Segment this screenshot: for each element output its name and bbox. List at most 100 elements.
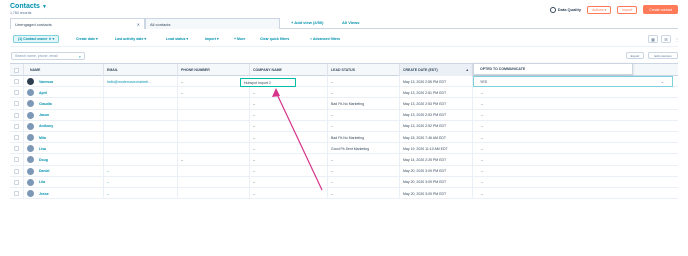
date-cell[interactable]: May 13, 2020 2:53 PM EDT <box>400 98 473 110</box>
email-cell[interactable]: hello@modernova.marketi... <box>104 76 178 87</box>
row-checkbox[interactable] <box>10 109 24 121</box>
column-header-company[interactable]: COMPANY NAME <box>250 64 328 76</box>
actions-button[interactable]: Actions ▾ <box>587 5 612 14</box>
company-cell[interactable]: -- <box>250 143 328 155</box>
contact-name[interactable]: Claudia <box>39 102 52 106</box>
board-view-icon[interactable]: ▦ <box>648 35 658 43</box>
create-date-filter[interactable]: Create date ▾ <box>76 37 98 41</box>
date-cell[interactable]: May 13, 2020 2:53 PM EDT <box>400 109 473 121</box>
row-checkbox[interactable] <box>10 76 24 87</box>
contact-name[interactable]: Daniel <box>39 169 50 173</box>
table-row[interactable]: April -- -- -- May 13, 2020 2:51 PM EDT -- <box>10 87 678 99</box>
email-cell[interactable] <box>104 132 178 143</box>
close-icon[interactable]: ✕ <box>137 22 140 27</box>
lead-cell[interactable]: -- <box>328 165 400 177</box>
create-contact-button[interactable]: Create contact <box>643 5 678 14</box>
contact-name-cell[interactable]: Lisa <box>24 143 104 155</box>
date-cell[interactable]: May 19, 2020 11:10 AM EDT <box>400 143 473 155</box>
lead-cell[interactable]: -- <box>328 109 400 121</box>
lead-cell[interactable]: Bad Fit-No Marketing <box>328 98 400 110</box>
column-header-email[interactable]: EMAIL <box>104 64 178 76</box>
company-cell[interactable]: -- <box>250 120 328 132</box>
clear-quick-filters-button[interactable]: Clear quick filters <box>260 37 289 41</box>
contact-name-cell[interactable]: April <box>24 87 104 99</box>
phone-cell[interactable] <box>178 109 250 121</box>
lead-status-filter[interactable]: Lead status ▾ <box>166 37 188 41</box>
table-row[interactable]: Claudia -- Bad Fit-No Marketing May 13, 202… <box>10 98 678 110</box>
contact-name-cell[interactable]: Jesse <box>24 188 104 199</box>
page-title[interactable]: Contacts ▼ <box>10 3 47 10</box>
contact-name[interactable]: Vanessa <box>39 80 53 84</box>
lead-cell[interactable]: -- <box>328 120 400 132</box>
edit-columns-button[interactable]: Edit columns <box>648 52 678 59</box>
row-checkbox[interactable] <box>10 165 24 177</box>
phone-cell[interactable] <box>178 176 250 188</box>
email-cell[interactable] <box>104 120 178 132</box>
company-cell[interactable]: -- <box>250 154 328 166</box>
date-cell[interactable]: May 20, 2020 3:09 PM EDT <box>400 165 473 177</box>
table-row[interactable]: Anthony -- -- May 13, 2020 2:52 PM EDT -- <box>10 120 678 132</box>
opted-to-communicate-cell[interactable]: -- <box>473 166 678 177</box>
opted-to-communicate-cell[interactable]: -- <box>473 143 678 154</box>
import-filter[interactable]: Import ▾ <box>205 37 219 41</box>
date-cell[interactable]: May 20, 2020 3:09 PM EDT <box>400 176 473 188</box>
row-checkbox[interactable] <box>10 120 24 132</box>
date-cell[interactable]: May 13, 2020 2:52 PM EDT <box>400 120 473 132</box>
email-cell[interactable] <box>104 143 178 155</box>
contact-name-cell[interactable]: Claudia <box>24 98 104 110</box>
opted-to-communicate-cell[interactable]: -- <box>473 87 678 98</box>
opted-to-communicate-value[interactable]: YES ⌄ <box>473 76 673 87</box>
row-checkbox[interactable] <box>10 132 24 143</box>
email-cell[interactable] <box>104 98 178 110</box>
menu-icon[interactable]: ⋮ <box>674 35 680 43</box>
contact-name[interactable]: Doug <box>39 158 48 162</box>
opted-to-communicate-cell[interactable]: -- <box>473 177 678 188</box>
column-header-phone[interactable]: PHONE NUMBER <box>178 64 250 76</box>
table-row[interactable]: Mila -- Bad Fit-No Marketing May 18, 2020 7… <box>10 132 678 144</box>
lead-cell[interactable]: -- <box>328 188 400 199</box>
phone-cell[interactable] <box>178 98 250 110</box>
date-cell[interactable]: May 20, 2020 3:09 PM EDT <box>400 188 473 199</box>
column-header-name[interactable]: NAME <box>24 64 104 76</box>
contact-name[interactable]: Anthony <box>39 124 53 128</box>
company-cell[interactable]: -- <box>250 132 328 143</box>
column-header-create-date[interactable]: CREATE DATE (EDT) ▲ <box>400 64 473 76</box>
all-views-link[interactable]: All Views <box>342 20 360 25</box>
date-cell[interactable]: May 18, 2020 7:46 AM EDT <box>400 132 473 143</box>
company-cell[interactable]: -- <box>250 165 328 177</box>
last-activity-date-filter[interactable]: Last activity date ▾ <box>115 37 146 41</box>
lead-cell[interactable]: Good Fit-Sent Marketing <box>328 143 400 155</box>
email-cell[interactable] <box>104 109 178 121</box>
more-filters-button[interactable]: + More <box>234 37 245 41</box>
phone-cell[interactable] <box>178 165 250 177</box>
phone-cell[interactable]: -- <box>178 87 250 99</box>
table-row[interactable]: Daniel -- -- -- May 20, 2020 3:09 PM EDT -- <box>10 165 678 177</box>
email-cell[interactable]: -- <box>104 176 178 188</box>
company-cell[interactable]: -- <box>250 176 328 188</box>
contact-name[interactable]: Lisa <box>39 147 46 151</box>
add-view-button[interactable]: + Add view (2/50) <box>291 20 323 25</box>
email-cell[interactable]: -- <box>104 165 178 177</box>
lead-cell[interactable]: -- <box>328 87 400 99</box>
table-row[interactable]: Doug -- -- -- May 14, 2020 2:25 PM EDT -- <box>10 154 678 166</box>
row-checkbox[interactable] <box>10 98 24 110</box>
company-cell[interactable]: -- <box>250 87 328 99</box>
email-cell[interactable] <box>104 154 178 166</box>
data-quality-link[interactable]: Data Quality <box>549 6 581 13</box>
contact-name-cell[interactable]: Vanessa <box>24 76 104 87</box>
opted-to-communicate-column-header[interactable]: OPTED TO COMMUNICATE <box>473 63 633 75</box>
company-cell[interactable]: -- <box>250 109 328 121</box>
lead-cell[interactable]: -- <box>328 154 400 166</box>
contact-name[interactable]: Mila <box>39 136 46 140</box>
opted-to-communicate-cell[interactable]: -- <box>473 110 678 121</box>
opted-to-communicate-cell[interactable]: -- <box>473 98 678 109</box>
date-cell[interactable]: May 14, 2020 2:25 PM EDT <box>400 154 473 166</box>
row-checkbox[interactable] <box>10 87 24 99</box>
opted-to-communicate-cell[interactable]: -- <box>473 154 678 165</box>
phone-cell[interactable]: -- <box>178 154 250 166</box>
export-button[interactable]: Export <box>626 52 644 59</box>
company-cell[interactable]: -- <box>250 98 328 110</box>
phone-cell[interactable] <box>178 120 250 132</box>
table-row[interactable]: Jesse -- -- -- May 20, 2020 3:09 PM EDT -- <box>10 188 678 200</box>
row-checkbox[interactable] <box>10 154 24 166</box>
